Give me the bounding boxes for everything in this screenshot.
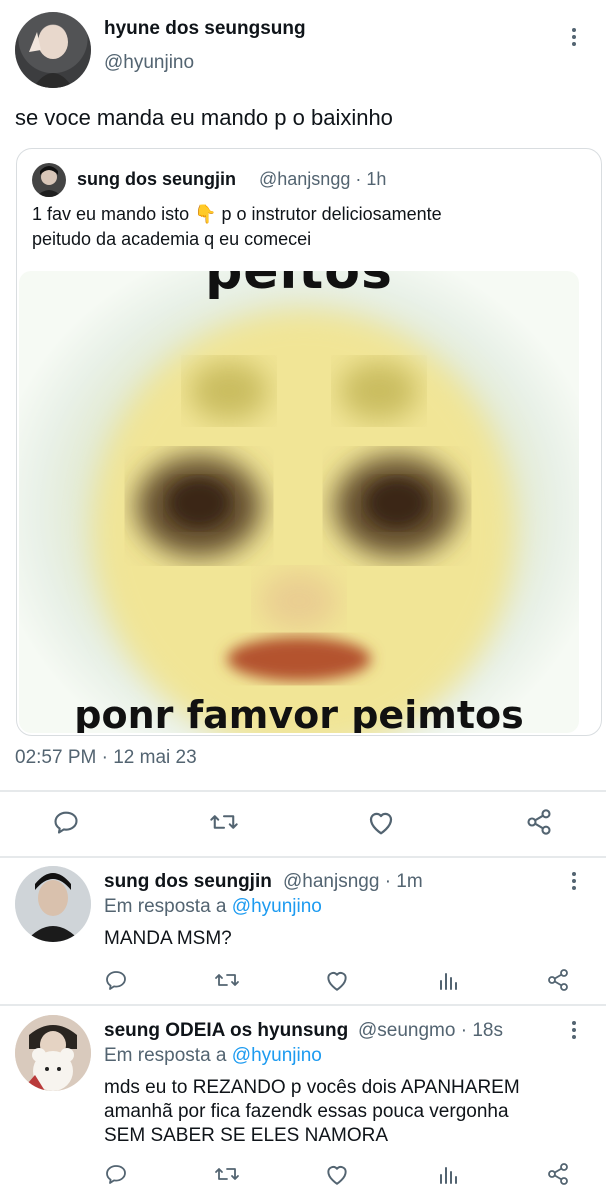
meme-face [94, 311, 514, 733]
share-icon[interactable] [544, 1160, 572, 1188]
meme-caption-bottom: ponr famvor peimtos [74, 693, 524, 733]
divider [0, 856, 606, 858]
reply-text: MANDA MSM? [104, 928, 232, 949]
like-icon[interactable] [323, 1160, 351, 1188]
retweet-icon[interactable] [207, 806, 241, 838]
avatar-art [15, 12, 91, 88]
reply-icon[interactable] [50, 806, 82, 838]
user-handle[interactable]: @hanjsngg · 1m [283, 871, 423, 893]
display-name: sung dos seungjin [77, 169, 237, 189]
reply-icon[interactable] [102, 1160, 130, 1188]
reply-context-prefix: Em resposta a [104, 896, 232, 917]
share-icon[interactable] [523, 806, 555, 838]
pointing-down-emoji: 👇 [194, 204, 217, 224]
like-icon[interactable] [364, 806, 398, 838]
analytics-icon[interactable] [434, 966, 462, 994]
divider [0, 1004, 606, 1006]
display-name[interactable]: seung ODEIA os hyunsung [104, 1020, 348, 1042]
user-handle[interactable]: @hyunjino [104, 52, 194, 74]
reply-text-line: mds eu to REZANDO p vocês dois APANHAREM [104, 1077, 520, 1098]
share-icon[interactable] [544, 966, 572, 994]
avatar[interactable] [15, 12, 91, 88]
reply-to-link[interactable]: @hyunjino [232, 1045, 322, 1066]
more-vert-icon[interactable] [572, 28, 578, 49]
avatar [32, 163, 66, 197]
retweet-icon[interactable] [212, 1160, 242, 1188]
meme-image[interactable]: peitos ponr famvor peimtos [19, 271, 579, 733]
quoted-text-line-2: peitudo da academia q eu comecei [32, 229, 312, 249]
analytics-icon[interactable] [434, 1160, 462, 1188]
retweet-icon[interactable] [212, 966, 242, 994]
avatar[interactable] [15, 1015, 91, 1091]
quoted-tweet-card[interactable]: sung dos seungjin @hanjsngg · 1h 1 fav e… [16, 148, 602, 736]
meme-caption-top: peitos [205, 271, 393, 301]
reply-context: Em resposta a @hyunjino [104, 896, 322, 918]
reply-context: Em resposta a @hyunjino [104, 1045, 322, 1067]
divider [0, 790, 606, 792]
more-vert-icon[interactable] [572, 1021, 578, 1042]
tweet-text: se voce manda eu mando p o baixinho [15, 105, 393, 130]
like-icon[interactable] [323, 966, 351, 994]
text-segment: 1 fav eu mando isto [32, 204, 195, 224]
user-handle: @hanjsngg · 1h [259, 169, 387, 189]
user-handle[interactable]: @seungmo · 18s [358, 1020, 503, 1042]
text-segment: p o instrutor deliciosamente [216, 204, 442, 224]
display-name[interactable]: sung dos seungjin [104, 871, 272, 893]
reply-text-line: SEM SABER SE ELES NAMORA [104, 1125, 389, 1146]
more-vert-icon[interactable] [572, 872, 578, 893]
tweet-timestamp[interactable]: 02:57 PM · 12 mai 23 [15, 747, 197, 769]
display-name[interactable]: hyune dos seungsung [104, 18, 306, 40]
reply-context-prefix: Em resposta a [104, 1045, 232, 1066]
avatar[interactable] [15, 866, 91, 942]
reply-icon[interactable] [102, 966, 130, 994]
reply-to-link[interactable]: @hyunjino [232, 896, 322, 917]
quoted-text-line-1: 1 fav eu mando isto 👇 p o instrutor deli… [32, 204, 442, 225]
reply-text-line: amanhã por fica fazendk essas pouca verg… [104, 1101, 509, 1122]
